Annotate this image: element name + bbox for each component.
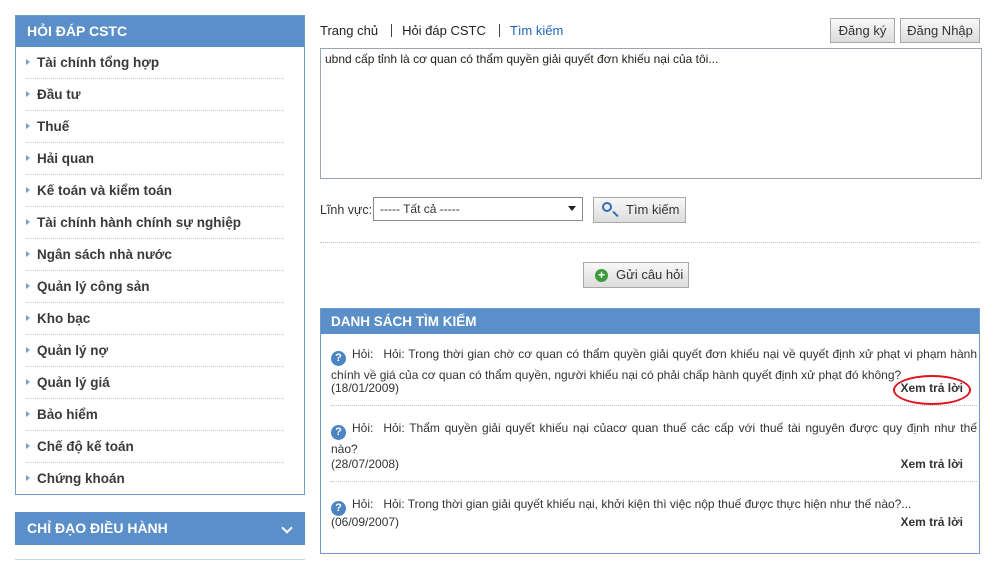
bullet-icon bbox=[26, 251, 30, 257]
sidebar-section-title: CHỈ ĐẠO ĐIỀU HÀNH bbox=[27, 520, 168, 536]
sidebar-item-label[interactable]: Chế độ kế toán bbox=[37, 439, 134, 454]
sidebar-item-label[interactable]: Quản lý nợ bbox=[37, 343, 108, 358]
result-date: (06/09/2007) bbox=[331, 515, 400, 529]
breadcrumb-qa-link[interactable]: Hỏi đáp CSTC bbox=[402, 23, 486, 38]
sidebar-item-quan-ly-gia[interactable]: Quản lý giá bbox=[26, 367, 284, 399]
bullet-icon bbox=[26, 219, 30, 225]
divider bbox=[320, 242, 980, 243]
sidebar-item-tai-chinh-hcsn[interactable]: Tài chính hành chính sự nghiệp bbox=[26, 207, 284, 239]
bullet-icon bbox=[26, 315, 30, 321]
bullet-icon bbox=[26, 379, 30, 385]
question-text[interactable]: Hỏi: Thẩm quyền giải quyết khiếu nại của… bbox=[331, 421, 977, 456]
sidebar-divider bbox=[15, 559, 305, 560]
sidebar-item-cong-san[interactable]: Quản lý công sản bbox=[26, 271, 284, 303]
sidebar-item-dau-tu[interactable]: Đầu tư bbox=[26, 79, 284, 111]
result-item: ? Hỏi: Hỏi: Thẩm quyền giải quyết khiếu nạ… bbox=[331, 419, 977, 471]
question-prefix: Hỏi: bbox=[352, 421, 374, 435]
search-button-label: Tìm kiếm bbox=[626, 202, 680, 217]
breadcrumb: Trang chủ Hỏi đáp CSTC Tìm kiếm bbox=[320, 22, 563, 40]
register-button[interactable]: Đăng ký bbox=[830, 18, 895, 43]
result-item: ? Hỏi: Hỏi: Trong thời gian chờ cơ quan có… bbox=[331, 345, 977, 395]
result-item: ? Hỏi: Hỏi: Trong thời gian giải quyết khi… bbox=[331, 495, 977, 529]
sidebar-item-kho-bac[interactable]: Kho bạc bbox=[26, 303, 284, 335]
sidebar-item-label[interactable]: Chứng khoán bbox=[37, 471, 125, 486]
sidebar-item-label[interactable]: Ngân sách nhà nước bbox=[37, 247, 172, 262]
sidebar-item-chung-khoan[interactable]: Chứng khoán bbox=[26, 463, 284, 495]
breadcrumb-search-link[interactable]: Tìm kiếm bbox=[510, 23, 563, 38]
result-question[interactable]: ? Hỏi: Hỏi: Trong thời gian chờ cơ quan có… bbox=[331, 345, 977, 384]
chevron-down-icon[interactable] bbox=[281, 522, 293, 534]
bullet-icon bbox=[26, 91, 30, 97]
plus-icon: + bbox=[595, 269, 608, 282]
search-button[interactable]: Tìm kiếm bbox=[593, 197, 686, 223]
sidebar-item-ngan-sach[interactable]: Ngân sách nhà nước bbox=[26, 239, 284, 271]
question-text[interactable]: Hỏi: Trong thời gian chờ cơ quan có thẩm… bbox=[331, 347, 977, 382]
sidebar-item-thue[interactable]: Thuế bbox=[26, 111, 284, 143]
sidebar-list: Tài chính tổng hợp Đầu tư Thuế Hải quan … bbox=[16, 47, 304, 495]
bullet-icon bbox=[26, 155, 30, 161]
bullet-icon bbox=[26, 283, 30, 289]
question-prefix: Hỏi: bbox=[352, 347, 374, 361]
sidebar-item-che-do-ke-toan[interactable]: Chế độ kế toán bbox=[26, 431, 284, 463]
login-button[interactable]: Đăng Nhập bbox=[900, 18, 980, 43]
bullet-icon bbox=[26, 443, 30, 449]
sidebar-item-label[interactable]: Quản lý giá bbox=[37, 375, 110, 390]
field-select-value: ----- Tất cả ----- bbox=[380, 202, 460, 216]
sidebar-item-bao-hiem[interactable]: Bảo hiểm bbox=[26, 399, 284, 431]
breadcrumb-home-link[interactable]: Trang chủ bbox=[320, 23, 378, 38]
sidebar-item-label[interactable]: Bảo hiểm bbox=[37, 407, 98, 422]
send-question-label: Gửi câu hỏi bbox=[616, 267, 684, 282]
sidebar-title: HỎI ĐÁP CSTC bbox=[16, 16, 304, 47]
bullet-icon bbox=[26, 187, 30, 193]
sidebar-item-hai-quan[interactable]: Hải quan bbox=[26, 143, 284, 175]
sidebar-item-label[interactable]: Đầu tư bbox=[37, 87, 81, 102]
sidebar-item-tai-chinh-tong-hop[interactable]: Tài chính tổng hợp bbox=[26, 47, 284, 79]
result-date: (28/07/2008) bbox=[331, 457, 400, 471]
sidebar-item-label[interactable]: Quản lý công sản bbox=[37, 279, 150, 294]
sidebar-item-quan-ly-no[interactable]: Quản lý nợ bbox=[26, 335, 284, 367]
view-answer-link[interactable]: Xem trả lời bbox=[900, 515, 963, 529]
result-question[interactable]: ? Hỏi: Hỏi: Thẩm quyền giải quyết khiếu nạ… bbox=[331, 419, 977, 458]
bullet-icon bbox=[26, 347, 30, 353]
sidebar-section-chi-dao[interactable]: CHỈ ĐẠO ĐIỀU HÀNH bbox=[15, 512, 305, 545]
sidebar-item-ke-toan-kiem-toan[interactable]: Kế toán và kiểm toán bbox=[26, 175, 284, 207]
question-icon: ? bbox=[331, 351, 346, 366]
breadcrumb-divider bbox=[498, 24, 500, 37]
search-results-panel: DANH SÁCH TÌM KIẾM ? Hỏi: Hỏi: Trong thời … bbox=[320, 308, 980, 554]
sidebar-item-label[interactable]: Thuế bbox=[37, 119, 69, 134]
result-date: (18/01/2009) bbox=[331, 381, 400, 395]
divider bbox=[331, 481, 977, 482]
question-icon: ? bbox=[331, 501, 346, 516]
result-question[interactable]: ? Hỏi: Hỏi: Trong thời gian giải quyết khi… bbox=[331, 495, 977, 516]
bullet-icon bbox=[26, 123, 30, 129]
dropdown-arrow-icon bbox=[568, 206, 576, 211]
sidebar-item-label[interactable]: Kế toán và kiểm toán bbox=[37, 183, 172, 198]
bullet-icon bbox=[26, 475, 30, 481]
breadcrumb-divider bbox=[391, 24, 393, 37]
field-label: Lĩnh vực: bbox=[320, 203, 373, 217]
magnifier-icon bbox=[602, 202, 612, 212]
sidebar-item-label[interactable]: Hải quan bbox=[37, 151, 94, 166]
question-text[interactable]: Hỏi: Trong thời gian giải quyết khiếu nạ… bbox=[383, 497, 911, 511]
sidebar-panel: HỎI ĐÁP CSTC Tài chính tổng hợp Đầu tư T… bbox=[15, 15, 305, 495]
bullet-icon bbox=[26, 411, 30, 417]
question-prefix: Hỏi: bbox=[352, 497, 374, 511]
sidebar-item-label[interactable]: Tài chính tổng hợp bbox=[37, 55, 159, 70]
sidebar-item-label[interactable]: Kho bạc bbox=[37, 311, 90, 326]
field-select[interactable]: ----- Tất cả ----- bbox=[373, 197, 583, 221]
highlight-circle bbox=[893, 375, 971, 405]
divider bbox=[331, 405, 977, 406]
question-icon: ? bbox=[331, 425, 346, 440]
sidebar-item-label[interactable]: Tài chính hành chính sự nghiệp bbox=[37, 215, 241, 230]
bullet-icon bbox=[26, 59, 30, 65]
view-answer-link[interactable]: Xem trả lời bbox=[900, 457, 963, 471]
results-title: DANH SÁCH TÌM KIẾM bbox=[321, 309, 979, 334]
search-query-textarea[interactable]: ubnd cấp tỉnh là cơ quan có thẩm quyền g… bbox=[320, 48, 982, 179]
send-question-button[interactable]: + Gửi câu hỏi bbox=[583, 262, 689, 288]
